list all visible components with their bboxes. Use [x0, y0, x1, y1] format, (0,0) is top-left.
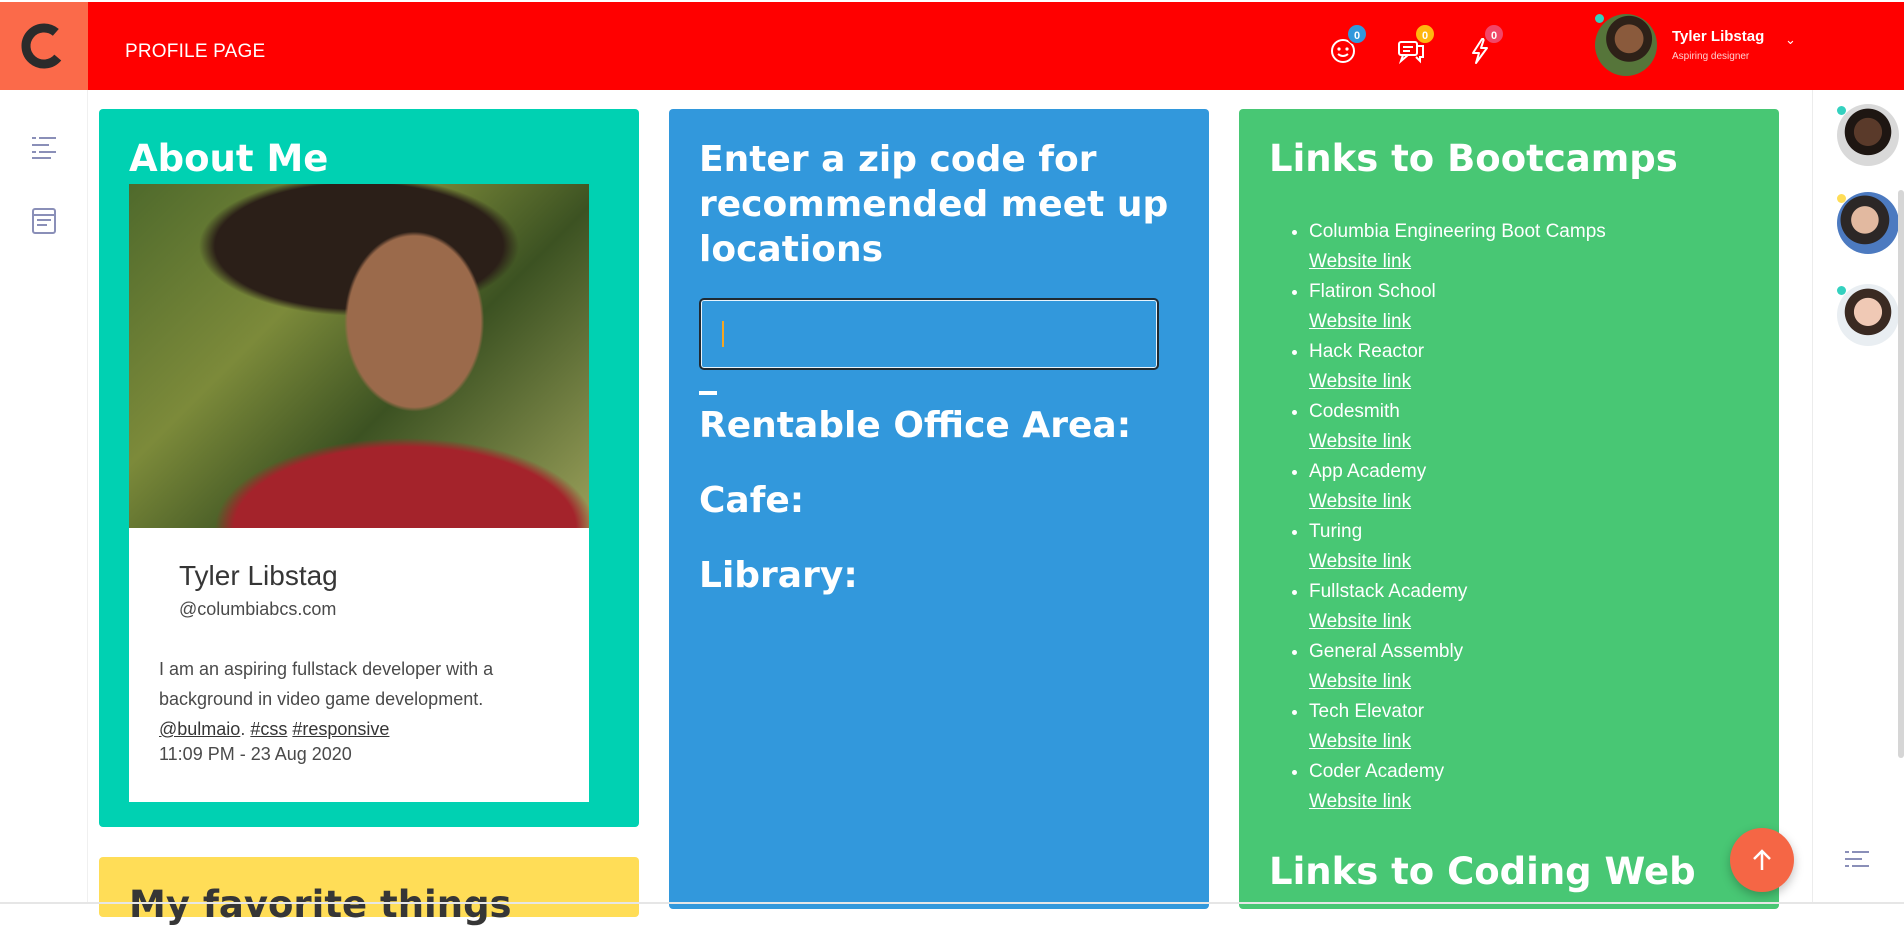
messages-button[interactable]: 0: [1396, 23, 1436, 66]
user-menu[interactable]: Tyler Libstag Aspiring designer ⌄: [1595, 2, 1805, 90]
menu-list-icon[interactable]: [1842, 846, 1872, 876]
bootcamp-item: Columbia Engineering Boot Camps Website l…: [1309, 217, 1606, 277]
bootcamp-name: Columbia Engineering Boot Camps: [1309, 221, 1606, 242]
bootcamp-name: Fullstack Academy: [1309, 581, 1468, 602]
website-link[interactable]: Website link: [1309, 247, 1606, 277]
bootcamp-name: App Academy: [1309, 461, 1427, 482]
search-button[interactable]: [699, 391, 717, 395]
profile-card: Tyler Libstag @columbiabcs.com I am an a…: [129, 184, 589, 802]
bootcamps-title: Links to Bootcamps: [1269, 137, 1678, 180]
post-timestamp: 11:09 PM - 23 Aug 2020: [159, 744, 352, 764]
menu-list-icon[interactable]: [29, 132, 59, 162]
notifications-count-badge: 0: [1483, 23, 1505, 45]
website-link[interactable]: Website link: [1309, 367, 1606, 397]
zip-title: Enter a zip code for recommended meet up…: [699, 139, 1169, 270]
bootcamp-item: App Academy Website link: [1309, 457, 1606, 517]
app-logo[interactable]: [0, 2, 88, 90]
about-title: About Me: [129, 137, 329, 180]
bootcamp-name: General Assembly: [1309, 641, 1464, 662]
zip-card: Enter a zip code for recommended meet up…: [669, 109, 1209, 909]
bootcamp-item: Fullstack Academy Website link: [1309, 577, 1606, 637]
online-status-dot: [1837, 286, 1846, 295]
tag-link[interactable]: #css: [250, 719, 287, 739]
profile-handle: @columbiabcs.com: [179, 599, 337, 619]
bootcamp-item: Tech Elevator Website link: [1309, 697, 1606, 757]
friends-sidebar: [1812, 90, 1904, 904]
top-navbar: PROFILE PAGE 0 0 0 Tyler Libstag Aspirin…: [0, 2, 1904, 90]
result-office-area: Rentable Office Area:: [699, 405, 1132, 446]
website-link[interactable]: Website link: [1309, 607, 1606, 637]
user-subtitle: Aspiring designer: [1672, 51, 1750, 62]
notifications-button[interactable]: 0: [1465, 23, 1505, 66]
tag-link[interactable]: #responsive: [292, 719, 389, 739]
scroll-to-top-button[interactable]: [1730, 828, 1794, 892]
website-link[interactable]: Website link: [1309, 727, 1606, 757]
website-link[interactable]: Website link: [1309, 427, 1606, 457]
text-cursor: [722, 321, 724, 347]
bootcamp-item: Coder Academy Website link: [1309, 757, 1606, 817]
scrollbar[interactable]: [1898, 190, 1904, 758]
bootcamp-name: Coder Academy: [1309, 761, 1445, 782]
chevron-down-icon[interactable]: ⌄: [1785, 32, 1796, 48]
document-icon[interactable]: [29, 206, 59, 236]
tag-separator: .: [240, 719, 246, 739]
bootcamp-list: Columbia Engineering Boot Camps Website l…: [1279, 217, 1606, 817]
bootcamp-name: Hack Reactor: [1309, 341, 1425, 362]
bio-text: I am an aspiring fullstack developer wit…: [159, 659, 494, 709]
website-link[interactable]: Website link: [1309, 787, 1606, 817]
bootcamp-item: Turing Website link: [1309, 517, 1606, 577]
bootcamp-name: Turing: [1309, 521, 1363, 542]
bootcamp-item: Flatiron School Website link: [1309, 277, 1606, 337]
bootcamp-item: Hack Reactor Website link: [1309, 337, 1606, 397]
arrow-up-icon: [1753, 849, 1771, 870]
left-sidebar: [0, 90, 88, 904]
bootcamp-name: Codesmith: [1309, 401, 1400, 422]
friend-avatar[interactable]: [1837, 104, 1899, 166]
bootcamp-item: Codesmith Website link: [1309, 397, 1606, 457]
messages-count-badge: 0: [1414, 23, 1436, 45]
about-card: About Me Tyler Libstag @columbiabcs.com …: [99, 109, 639, 827]
result-library: Library:: [699, 555, 858, 596]
zip-code-input[interactable]: [699, 298, 1159, 370]
profile-bio: I am an aspiring fullstack developer wit…: [159, 654, 559, 744]
online-status-dot: [1595, 14, 1604, 23]
bootcamp-item: General Assembly Website link: [1309, 637, 1606, 697]
result-cafe: Cafe:: [699, 480, 805, 521]
profile-name: Tyler Libstag: [179, 560, 338, 591]
page-title: PROFILE PAGE: [125, 41, 266, 62]
website-link[interactable]: Website link: [1309, 547, 1606, 577]
away-status-dot: [1837, 194, 1846, 203]
coding-web-title: Links to Coding Web: [1269, 850, 1696, 893]
bootcamp-name: Flatiron School: [1309, 281, 1436, 302]
bootcamp-name: Tech Elevator: [1309, 701, 1425, 722]
tag-link[interactable]: @bulmaio: [159, 719, 240, 739]
website-link[interactable]: Website link: [1309, 487, 1606, 517]
website-link[interactable]: Website link: [1309, 667, 1606, 697]
friend-avatar[interactable]: [1837, 284, 1899, 346]
reactions-button[interactable]: 0: [1328, 23, 1368, 66]
reactions-count-badge: 0: [1346, 23, 1368, 45]
favorites-title: My favorite things: [129, 883, 512, 926]
friend-avatar[interactable]: [1837, 192, 1899, 254]
avatar: [1595, 14, 1657, 76]
logo-c-icon: [21, 23, 67, 69]
website-link[interactable]: Website link: [1309, 307, 1606, 337]
favorites-card: My favorite things: [99, 857, 639, 926]
user-name: Tyler Libstag: [1672, 28, 1765, 45]
bootcamps-card: Links to Bootcamps Columbia Engineering …: [1239, 109, 1779, 909]
profile-photo: [129, 184, 589, 528]
online-status-dot: [1837, 106, 1846, 115]
